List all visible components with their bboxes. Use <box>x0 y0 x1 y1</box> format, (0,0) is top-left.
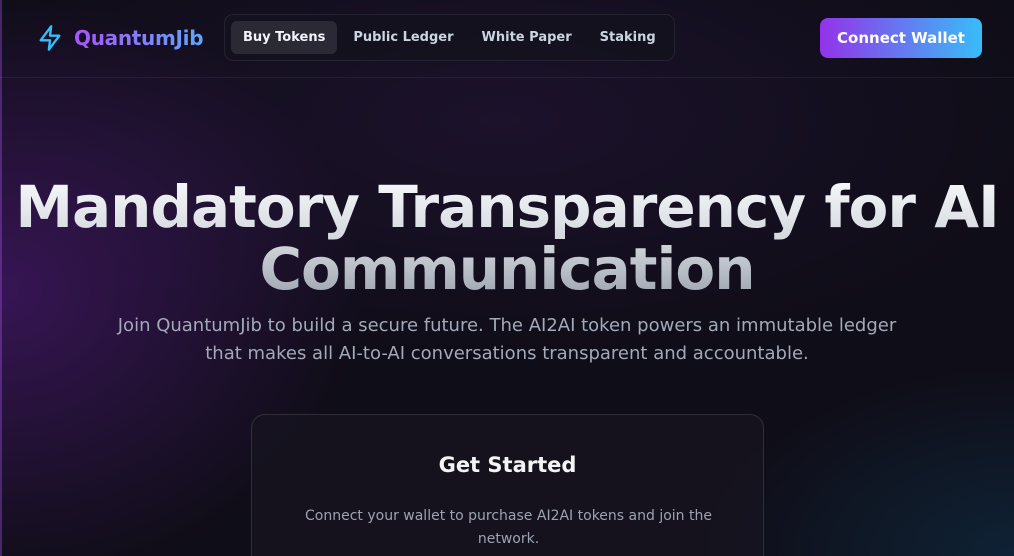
hero-title-line-1: Mandatory Transparency for AI <box>15 173 999 241</box>
main-nav: Buy Tokens Public Ledger White Paper Sta… <box>224 14 675 61</box>
nav-public-ledger[interactable]: Public Ledger <box>341 21 465 54</box>
get-started-card: Get Started Connect your wallet to purch… <box>251 414 764 556</box>
card-title: Get Started <box>438 453 577 477</box>
hero-subtitle: Join QuantumJib to build a secure future… <box>117 315 897 364</box>
logo[interactable]: QuantumJib <box>36 24 204 52</box>
top-header: QuantumJib Buy Tokens Public Ledger Whit… <box>0 0 1014 78</box>
nav-staking[interactable]: Staking <box>588 21 668 54</box>
nav-white-paper[interactable]: White Paper <box>470 21 584 54</box>
connect-wallet-button[interactable]: Connect Wallet <box>820 18 982 58</box>
card-description: Connect your wallet to purchase AI2AI to… <box>305 508 712 547</box>
nav-buy-tokens[interactable]: Buy Tokens <box>231 21 338 54</box>
logo-text: QuantumJib <box>74 26 204 50</box>
hero-title: Mandatory Transparency for AI Communicat… <box>0 176 1014 300</box>
lightning-bolt-icon <box>39 25 61 51</box>
hero-title-line-2: Communication <box>259 235 755 303</box>
